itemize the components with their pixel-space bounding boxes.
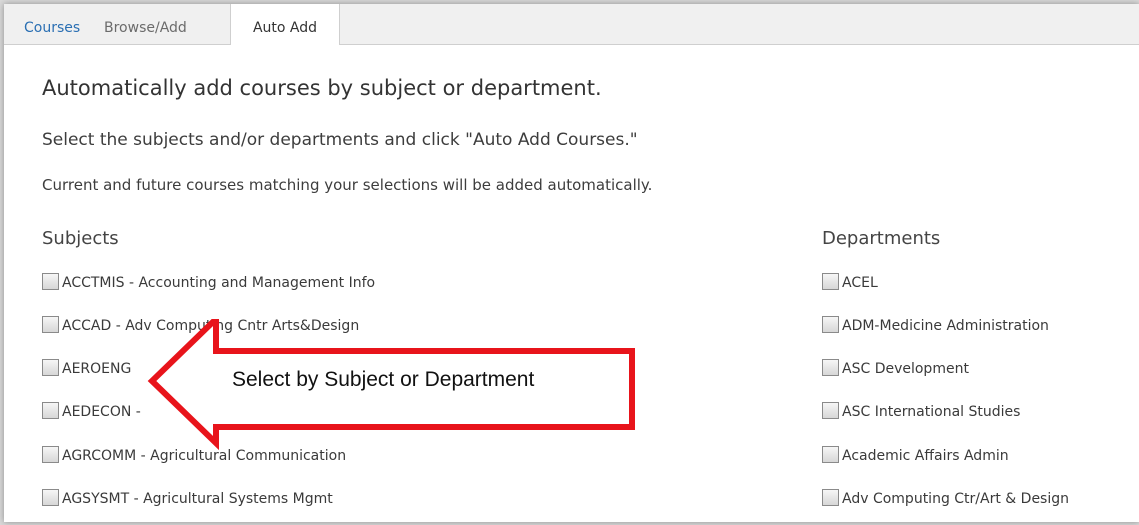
department-label: ACEL [842,275,878,291]
department-label: ASC International Studies [842,404,1021,420]
checkbox[interactable] [42,489,59,506]
checkbox[interactable] [822,489,839,506]
department-item-asc-development[interactable]: ASC Development [822,358,969,380]
checkbox[interactable] [822,402,839,419]
subject-item-aedecon[interactable]: AEDECON - [42,401,141,423]
auto-add-panel: Courses Browse/Add Auto Add Automaticall… [4,4,1139,522]
department-item-adv-computing[interactable]: Adv Computing Ctr/Art & Design [822,488,1069,510]
subject-label: AGSYSMT - Agricultural Systems Mgmt [62,491,333,507]
subject-label: ACCTMIS - Accounting and Management Info [62,275,376,291]
subject-label: AEDECON - [62,404,141,420]
callout-text: Select by Subject or Department [232,368,535,391]
instructions-line-1: Select the subjects and/or departments a… [42,130,638,150]
tab-auto-add[interactable]: Auto Add [230,4,340,45]
checkbox[interactable] [822,273,839,290]
tab-courses[interactable]: Courses [24,4,80,44]
department-item-academic-affairs[interactable]: Academic Affairs Admin [822,445,1009,467]
checkbox[interactable] [42,446,59,463]
departments-header: Departments [822,228,941,249]
department-label: Adv Computing Ctr/Art & Design [842,491,1069,507]
department-label: ADM-Medicine Administration [842,318,1049,334]
department-item-asc-international[interactable]: ASC International Studies [822,401,1020,423]
subject-item-acctmis[interactable]: ACCTMIS - Accounting and Management Info [42,272,375,294]
tab-bar: Courses Browse/Add Auto Add [4,4,1139,45]
subjects-header: Subjects [42,228,119,249]
department-item-adm-medicine[interactable]: ADM-Medicine Administration [822,315,1049,337]
instructions-line-2: Current and future courses matching your… [42,176,653,194]
checkbox[interactable] [822,316,839,333]
subject-item-agsysmt[interactable]: AGSYSMT - Agricultural Systems Mgmt [42,488,333,510]
checkbox[interactable] [42,316,59,333]
department-label: ASC Development [842,361,969,377]
department-label: Academic Affairs Admin [842,448,1009,464]
subject-label: AEROENG [62,361,132,377]
checkbox[interactable] [822,359,839,376]
checkbox[interactable] [42,359,59,376]
page-title: Automatically add courses by subject or … [42,76,602,100]
tab-browse-add[interactable]: Browse/Add [104,4,187,44]
checkbox[interactable] [42,402,59,419]
checkbox[interactable] [822,446,839,463]
checkbox[interactable] [42,273,59,290]
department-item-acel[interactable]: ACEL [822,272,878,294]
callout-arrow-icon [147,319,635,451]
subject-item-aeroeng[interactable]: AEROENG [42,358,131,380]
